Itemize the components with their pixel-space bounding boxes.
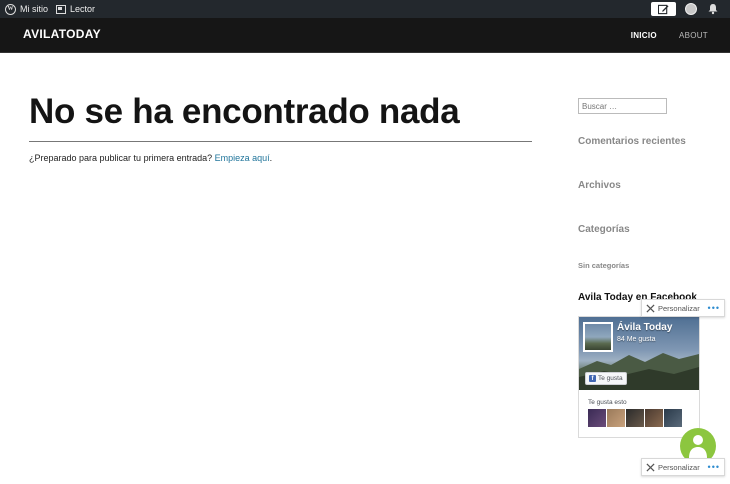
site-header: AVILATODAY INICIO ABOUT bbox=[0, 18, 730, 53]
nav-item-about[interactable]: ABOUT bbox=[679, 31, 708, 40]
my-site-label: Mi sitio bbox=[20, 4, 49, 14]
main-nav: INICIO ABOUT bbox=[631, 31, 708, 40]
reader-icon bbox=[56, 4, 66, 14]
tools-icon bbox=[646, 303, 655, 313]
customize-page-button[interactable]: Personalizar ••• bbox=[641, 458, 725, 476]
customize-widget-button[interactable]: Personalizar ••• bbox=[641, 299, 725, 317]
friend-avatar[interactable] bbox=[607, 409, 625, 427]
title-divider bbox=[29, 141, 532, 142]
nav-item-inicio[interactable]: INICIO bbox=[631, 31, 657, 40]
reader-menu[interactable]: Lector bbox=[56, 0, 95, 18]
friend-avatar[interactable] bbox=[588, 409, 606, 427]
my-site-menu[interactable]: W Mi sitio bbox=[5, 0, 48, 18]
friend-faces bbox=[588, 409, 682, 427]
user-avatar[interactable] bbox=[685, 3, 697, 15]
friends-like-label: Te gusta esto bbox=[588, 399, 627, 406]
write-post-button[interactable] bbox=[651, 2, 676, 16]
facebook-like-count: 84 Me gusta bbox=[617, 336, 656, 343]
search-input[interactable] bbox=[578, 98, 667, 114]
facebook-like-label: Te gusta bbox=[598, 375, 623, 382]
more-options-icon[interactable]: ••• bbox=[708, 303, 720, 313]
tools-icon bbox=[646, 462, 655, 472]
facebook-page-widget[interactable]: Ávila Today 84 Me gusta f Te gusta Te gu… bbox=[578, 316, 700, 438]
site-title[interactable]: AVILATODAY bbox=[23, 27, 101, 41]
wordpress-icon: W bbox=[5, 3, 16, 15]
lead-text: ¿Preparado para publicar tu primera entr… bbox=[29, 153, 215, 163]
categories-heading: Categorías bbox=[578, 224, 630, 235]
friend-avatar[interactable] bbox=[664, 409, 682, 427]
reader-label: Lector bbox=[70, 4, 96, 14]
pencil-icon bbox=[658, 4, 669, 14]
more-options-icon[interactable]: ••• bbox=[708, 462, 720, 472]
facebook-cover-photo: Ávila Today 84 Me gusta f Te gusta bbox=[579, 317, 699, 390]
page-title: No se ha encontrado nada bbox=[29, 92, 460, 131]
uncategorized-link[interactable]: Sin categorías bbox=[578, 261, 629, 270]
facebook-page-avatar[interactable] bbox=[583, 322, 613, 352]
lead-end: . bbox=[269, 153, 273, 163]
facebook-like-button[interactable]: f Te gusta bbox=[585, 372, 627, 385]
facebook-icon: f bbox=[589, 375, 596, 382]
archives-heading: Archivos bbox=[578, 180, 621, 191]
lead-paragraph: ¿Preparado para publicar tu primera entr… bbox=[29, 153, 272, 163]
recent-comments-heading: Comentarios recientes bbox=[578, 136, 686, 147]
friend-avatar[interactable] bbox=[645, 409, 663, 427]
admin-bar: W Mi sitio Lector bbox=[0, 0, 730, 18]
facebook-page-name[interactable]: Ávila Today bbox=[617, 322, 672, 333]
customize-label: Personalizar bbox=[658, 303, 700, 313]
customize-label: Personalizar bbox=[658, 462, 700, 472]
start-here-link[interactable]: Empieza aquí bbox=[215, 153, 270, 163]
notifications-icon[interactable] bbox=[707, 3, 719, 15]
friend-avatar[interactable] bbox=[626, 409, 644, 427]
